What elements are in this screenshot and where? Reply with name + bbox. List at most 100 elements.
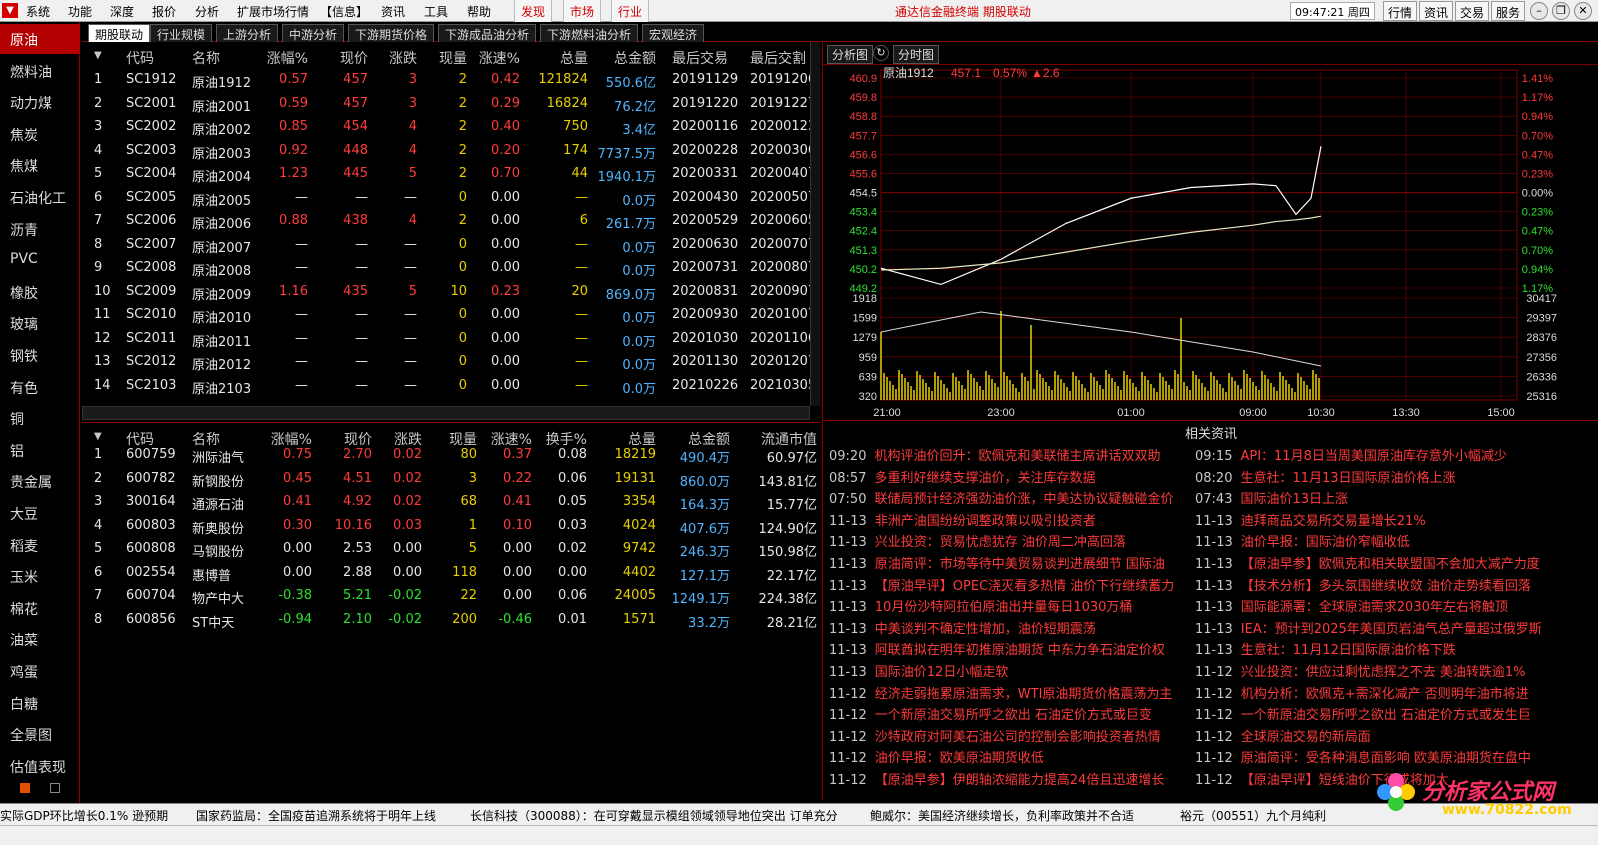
col-header[interactable]: 涨速% (482, 429, 532, 449)
col-header[interactable]: 总金额 (660, 429, 730, 449)
table-row[interactable]: 9 SC2008 原油2008 — — — 0 0.00 — 0.0万 20200731 202008… (82, 260, 820, 284)
col-header[interactable]: 流通市值 (737, 429, 817, 449)
ticker-item[interactable]: 裕元（00551）九个月纯利 (1180, 807, 1326, 824)
col-header[interactable]: 涨跌 (372, 48, 417, 68)
tab-intraday-chart[interactable]: 分时图 (893, 45, 940, 64)
sidebar-item[interactable]: 稻麦 (0, 530, 80, 560)
col-header[interactable]: 涨幅% (252, 429, 312, 449)
news-headline[interactable]: 机构评油价回升：欧佩克和美联储主席讲话双双助 (874, 449, 1160, 464)
menu-function[interactable]: 功能 (68, 3, 92, 20)
sidebar-item[interactable]: 白糖 (0, 688, 80, 718)
news-item[interactable]: 11-12 油价早报：欧美原油期货收低 (829, 747, 1195, 768)
news-item[interactable]: 11-13 【原油早参】欧佩克和相关联盟国不会加大减产力度 (1195, 553, 1557, 574)
news-item[interactable]: 11-12 全球原油交易的新局面 (1195, 726, 1557, 747)
col-header[interactable]: 总量 (522, 48, 588, 68)
intraday-chart[interactable]: 460.9 1.41% 459.8 1.17% 458.8 0.94% 457.7 0.70%… (823, 64, 1598, 420)
news-headline[interactable]: 一个新原油交易所呼之欲出 石油定价方式或巨变 (875, 708, 1152, 723)
table-row[interactable]: 8 600856 ST中天 -0.94 2.10 -0.02 200 -0.46 0.01 157… (82, 612, 820, 636)
col-header[interactable]: 最后交易 (672, 48, 728, 68)
sidebar-item[interactable]: 鸡蛋 (0, 656, 80, 686)
sidebar-item[interactable]: 大豆 (0, 498, 80, 528)
news-headline[interactable]: 【技术分析】多头氛围继续收敛 油价走势续看回落 (1241, 579, 1531, 594)
news-item[interactable]: 11-13 10月份沙特阿拉伯原油出井量每日1030万桶 (829, 596, 1195, 617)
menu-news[interactable]: 资讯 (381, 3, 405, 20)
news-headline[interactable]: 原油简评：受各种消息面影响 欧美原油期货在盘中 (1241, 751, 1531, 766)
table-row[interactable]: 7 SC2006 原油2006 0.88 438 4 2 0.00 6 261.7万 2020052… (82, 213, 820, 237)
news-item[interactable]: 11-13 【技术分析】多头氛围继续收敛 油价走势续看回落 (1195, 575, 1557, 596)
news-item[interactable]: 08:57 多重利好继续支撑油价，关注库存数据 (829, 467, 1195, 488)
tab-industry-scale[interactable]: 行业规模 (150, 24, 213, 42)
news-headline[interactable]: 油价早报：欧美原油期货收低 (875, 751, 1044, 766)
news-headline[interactable]: 兴业投资：供应过剩忧虑挥之不去 美油转跌逾1% (1241, 665, 1526, 680)
table-row[interactable]: 7 600704 物产中大 -0.38 5.21 -0.02 22 0.00 0.06 24005… (82, 588, 820, 612)
news-headline[interactable]: 【原油早参】伊朗轴浓缩能力提高24倍且迅速增长 (875, 773, 1165, 788)
news-headline[interactable]: 多重利好继续支撑油价，关注库存数据 (874, 471, 1095, 486)
sidebar-item[interactable]: 钢铁 (0, 340, 80, 370)
menu-market[interactable]: 市场 (563, 0, 602, 22)
col-header[interactable]: 名称 (192, 429, 220, 449)
table-row[interactable]: 5 600808 马钢股份 0.00 2.53 0.00 5 0.00 0.02 9742 246.… (82, 541, 820, 565)
news-item[interactable]: 11-13 IEA：预计到2025年美国页岩油气总产量超过俄罗斯 (1195, 618, 1557, 639)
news-item[interactable]: 11-12 原油简评：受各种消息面影响 欧美原油期货在盘中 (1195, 747, 1557, 768)
menu-help[interactable]: 帮助 (467, 3, 491, 20)
tab-analysis-chart[interactable]: 分析图 (827, 45, 874, 64)
btn-news[interactable]: 资讯 (1419, 1, 1454, 21)
sidebar-item[interactable]: 玻璃 (0, 308, 80, 338)
news-headline[interactable]: IEA：预计到2025年美国页岩油气总产量超过俄罗斯 (1241, 622, 1542, 637)
col-header[interactable]: 总金额 (590, 48, 656, 68)
menu-info[interactable]: 【信息】 (320, 3, 368, 20)
menu-ext-market[interactable]: 扩展市场行情 (237, 3, 309, 20)
col-header[interactable]: 代码 (126, 429, 154, 449)
btn-quotes[interactable]: 行情 (1383, 1, 1418, 21)
news-item[interactable]: 11-13 迪拜商品交易所交易量增长21% (1195, 510, 1557, 531)
news-item[interactable]: 11-13 中美谈判不确定性增加，油价短期震荡 (829, 618, 1195, 639)
news-headline[interactable]: 联储局预计经济强劲油价涨，中美达协议疑触碰金价 (874, 492, 1173, 507)
news-headline[interactable]: 国际能源署：全球原油需求2030年左右将触顶 (1241, 600, 1508, 615)
news-headline[interactable]: 10月份沙特阿拉伯原油出井量每日1030万桶 (875, 600, 1133, 615)
table-row[interactable]: 1 600759 洲际油气 0.75 2.70 0.02 80 0.37 0.08 18219 49… (82, 447, 820, 471)
news-item[interactable]: 07:43 国际油价13日上涨 (1195, 488, 1557, 509)
table-row[interactable]: 12 SC2011 原油2011 — — — 0 0.00 — 0.0万 20201030 20201… (82, 331, 820, 355)
table-row[interactable]: 13 SC2012 原油2012 — — — 0 0.00 — 0.0万 20201130 20201… (82, 354, 820, 378)
news-item[interactable]: 11-12 一个新原油交易所呼之欲出 石油定价方式或发生巨 (1195, 704, 1557, 725)
tab-downstream-refined[interactable]: 下游成品油分析 (438, 24, 537, 42)
sidebar-item[interactable]: 原油 (0, 24, 80, 54)
ticker-item[interactable]: 实际GDP环比增长0.1% 逊预期 (0, 807, 168, 824)
news-headline[interactable]: 沙特政府对阿美石油公司的控制会影响投资者热情 (875, 730, 1161, 745)
col-header[interactable]: 涨速% (472, 48, 520, 68)
tab-downstream-futures[interactable]: 下游期货价格 (348, 24, 435, 42)
news-item[interactable]: 11-12 一个新原油交易所呼之欲出 石油定价方式或巨变 (829, 704, 1195, 725)
sidebar-item[interactable]: PVC (0, 245, 80, 275)
refresh-icon[interactable]: ↻ (873, 45, 889, 61)
sidebar-item[interactable]: 燃料油 (0, 56, 80, 86)
news-headline[interactable]: 【原油早参】欧佩克和相关联盟国不会加大减产力度 (1241, 557, 1540, 572)
news-headline[interactable]: 经济走弱拖累原油需求，WTI原油期货价格震荡为主 (875, 687, 1173, 702)
sidebar-item[interactable]: 橡胶 (0, 277, 80, 307)
menu-industry[interactable]: 行业 (611, 0, 650, 22)
table-row[interactable]: 1 SC1912 原油1912 0.57 457 3 2 0.42 121824 550.6亿 20… (82, 72, 820, 96)
sort-arrow-icon[interactable]: ▼ (94, 431, 102, 442)
sidebar-item[interactable]: 焦煤 (0, 150, 80, 180)
col-header[interactable]: 现量 (422, 48, 467, 68)
table-row[interactable]: 3 SC2002 原油2002 0.85 454 4 2 0.40 750 3.4亿 2020011… (82, 119, 820, 143)
sidebar-item[interactable]: 动力煤 (0, 87, 80, 117)
sidebar-item[interactable]: 焦炭 (0, 119, 80, 149)
sidebar-item[interactable]: 铜 (0, 403, 80, 433)
menu-system[interactable]: 系统 (26, 3, 50, 20)
table-row[interactable]: 5 SC2004 原油2004 1.23 445 5 2 0.70 44 1940.1万 20200… (82, 166, 820, 190)
table-row[interactable]: 4 600803 新奥股份 0.30 10.16 0.03 1 0.10 0.03 4024 407… (82, 518, 820, 542)
news-item[interactable]: 11-12 兴业投资：供应过剩忧虑挥之不去 美油转跌逾1% (1195, 661, 1557, 682)
news-item[interactable]: 11-13 兴业投资：贸易忧虑犹存 油价周二冲高回落 (829, 531, 1195, 552)
menu-depth[interactable]: 深度 (110, 3, 134, 20)
news-headline[interactable]: 油价早报：国际油价窄幅收低 (1241, 535, 1410, 550)
tab-macro[interactable]: 宏观经济 (642, 24, 705, 42)
futures-vscrollbar[interactable] (810, 42, 820, 406)
col-header[interactable]: 现价 (314, 429, 372, 449)
news-item[interactable]: 11-12 机构分析：欧佩克+需深化减产 否则明年油市将进 (1195, 683, 1557, 704)
news-item[interactable]: 11-13 【原油早评】OPEC浇灭看多热情 油价下行继续蓄力 (829, 575, 1195, 596)
news-headline[interactable]: 中美谈判不确定性增加，油价短期震荡 (875, 622, 1096, 637)
table-row[interactable]: 11 SC2010 原油2010 — — — 0 0.00 — 0.0万 20200930 20201… (82, 307, 820, 331)
sidebar-item[interactable]: 棉花 (0, 593, 80, 623)
col-header[interactable]: 涨跌 (374, 429, 422, 449)
menu-quote[interactable]: 报价 (152, 3, 176, 20)
